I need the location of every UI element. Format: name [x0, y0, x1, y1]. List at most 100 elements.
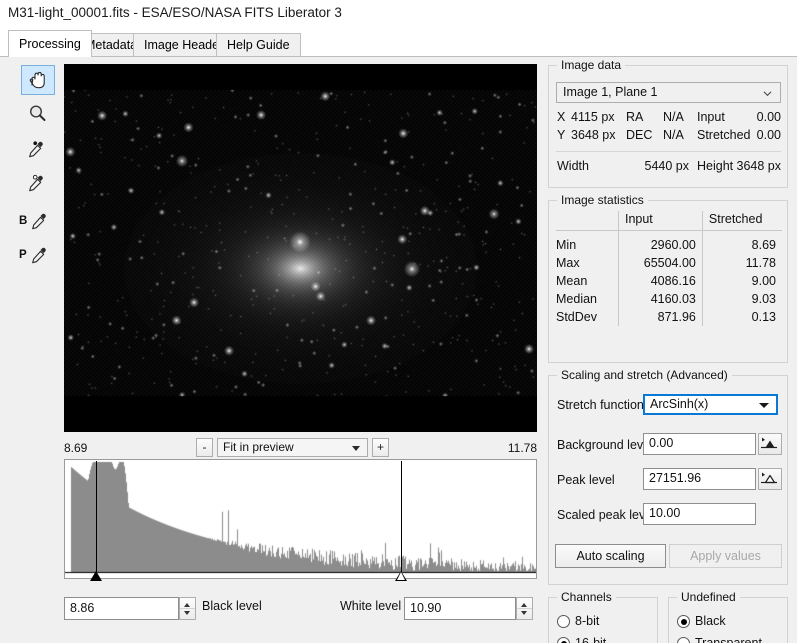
zoom-out-button[interactable]: - [196, 438, 213, 457]
histogram-black-level-line [96, 461, 97, 573]
stretched-value: 0.00 [756, 128, 781, 142]
peak-level-picker-tool[interactable]: P [19, 243, 55, 273]
black-level-spinner[interactable] [179, 597, 196, 620]
black-level-input[interactable]: 8.86 [64, 597, 179, 620]
stats-col-stretched: Stretched [701, 211, 782, 231]
radio-icon[interactable] [557, 615, 570, 628]
stats-col-input: Input [617, 211, 703, 231]
scaled-peak-level-input[interactable]: 10.00 [643, 503, 756, 525]
background-picker-letter: B [19, 215, 28, 227]
scaled-peak-level-label: Scaled peak level [557, 508, 655, 522]
ra-key: RA [626, 110, 644, 124]
background-level-input[interactable]: 0.00 [643, 433, 756, 455]
auto-scaling-button[interactable]: Auto scaling [555, 544, 666, 568]
eyedropper-p-icon [32, 247, 46, 264]
hand-icon [29, 71, 45, 89]
radio-icon-selected[interactable] [677, 615, 690, 628]
white-level-marker[interactable] [396, 572, 405, 580]
plane-select[interactable]: Image 1, Plane 1 [556, 82, 781, 103]
peak-pick-icon [761, 472, 777, 484]
y-value: 3648 px [571, 128, 616, 142]
stat-stretched: 0.13 [701, 308, 782, 326]
stat-label: StdDev [556, 310, 597, 324]
stats-col-label [556, 211, 619, 231]
spinner-down-icon[interactable] [184, 611, 190, 615]
eyedropper-white-icon [29, 174, 43, 192]
scaling-caption: Scaling and stretch (Advanced) [557, 368, 732, 382]
black-level-label: Black level [202, 599, 262, 613]
white-level-label: White level [340, 599, 402, 613]
tool-palette: B P [19, 65, 57, 277]
stat-input: 2960.00 [617, 236, 703, 254]
peak-picker-letter: P [19, 249, 27, 261]
histogram-canvas[interactable] [65, 460, 536, 578]
radio-icon-selected[interactable] [557, 637, 570, 643]
peak-level-value: 27151.96 [649, 471, 702, 485]
stat-input: 4160.03 [617, 290, 703, 308]
fits-liberator-window: M31-light_00001.fits - ESA/ESO/NASA FITS… [0, 0, 797, 643]
dec-value: N/A [663, 128, 684, 142]
stat-input: 65504.00 [617, 254, 703, 272]
background-level-picker-tool[interactable]: B [19, 209, 55, 239]
spinner-up-icon[interactable] [184, 603, 190, 607]
zoom-level-select[interactable]: Fit in preview [217, 438, 368, 457]
image-statistics-group: Image statistics Input Stretched Min 296… [548, 193, 788, 363]
divider [556, 151, 781, 152]
processing-panel: B P - Fit in preview + 8.69 11.78 8.86 B… [0, 57, 797, 643]
spinner-divider [517, 608, 532, 609]
chevron-down-icon [763, 91, 772, 97]
table-row: Max 65504.00 11.78 [556, 254, 782, 272]
input-key: Input [697, 110, 725, 124]
channels-group: Channels 8-bit 16-bit 32-bit [548, 590, 658, 643]
image-preview[interactable] [64, 64, 537, 432]
scaling-stretch-group: Scaling and stretch (Advanced) Stretch f… [548, 368, 788, 585]
background-level-value: 0.00 [649, 436, 674, 450]
scaled-peak-level-value: 10.00 [649, 506, 681, 520]
tab-processing[interactable]: Processing [8, 30, 92, 57]
tab-bar: Processing Metadata Image Headers Help G… [0, 28, 797, 57]
histogram-max-label: 11.78 [507, 441, 537, 455]
chevron-down-icon [352, 446, 360, 451]
peak-level-pick-button[interactable] [758, 468, 782, 490]
white-level-input[interactable]: 10.90 [404, 597, 516, 620]
zoom-level-value: Fit in preview [223, 440, 294, 454]
zoom-tool[interactable] [21, 99, 55, 129]
black-level-picker-tool[interactable] [21, 137, 55, 167]
apply-values-button[interactable]: Apply values [669, 544, 782, 568]
image-data-caption: Image data [557, 58, 626, 72]
table-header-row: Input Stretched [556, 211, 782, 231]
white-level-picker-tool[interactable] [21, 171, 55, 201]
histogram-white-level-line [401, 461, 402, 573]
stretch-function-value: ArcSinh(x) [650, 397, 709, 411]
table-row: Min 2960.00 8.69 [556, 236, 782, 254]
white-level-value: 10.90 [410, 601, 442, 615]
undefined-label: Black [695, 614, 726, 628]
table-row: StdDev 871.96 0.13 [556, 308, 782, 326]
stat-stretched: 11.78 [701, 254, 782, 272]
tab-help-guide[interactable]: Help Guide [216, 33, 301, 57]
preview-canvas[interactable] [64, 64, 537, 432]
histogram-min-label: 8.69 [64, 441, 88, 455]
ra-value: N/A [663, 110, 684, 124]
radio-icon[interactable] [677, 637, 690, 643]
input-value: 0.00 [756, 110, 781, 124]
peak-level-label: Peak level [557, 473, 615, 487]
stretch-function-select[interactable]: ArcSinh(x) [643, 394, 778, 415]
channel-label: 8-bit [575, 614, 600, 628]
white-level-spinner[interactable] [516, 597, 533, 620]
background-level-label: Background level [557, 438, 653, 452]
spinner-up-icon[interactable] [521, 603, 527, 607]
peak-level-input[interactable]: 27151.96 [643, 468, 756, 490]
histogram[interactable] [64, 459, 537, 579]
zoom-in-button[interactable]: + [372, 438, 389, 457]
stretch-function-label: Stretch function [557, 398, 644, 412]
background-level-pick-button[interactable] [758, 433, 782, 455]
spinner-down-icon[interactable] [521, 611, 527, 615]
x-key: X [557, 110, 566, 124]
stat-input: 4086.16 [617, 272, 703, 290]
magnifier-icon [29, 105, 46, 121]
table-row: Mean 4086.16 9.00 [556, 272, 782, 290]
hand-tool[interactable] [21, 65, 55, 95]
stat-input: 871.96 [617, 308, 703, 326]
black-level-marker[interactable] [91, 571, 101, 580]
